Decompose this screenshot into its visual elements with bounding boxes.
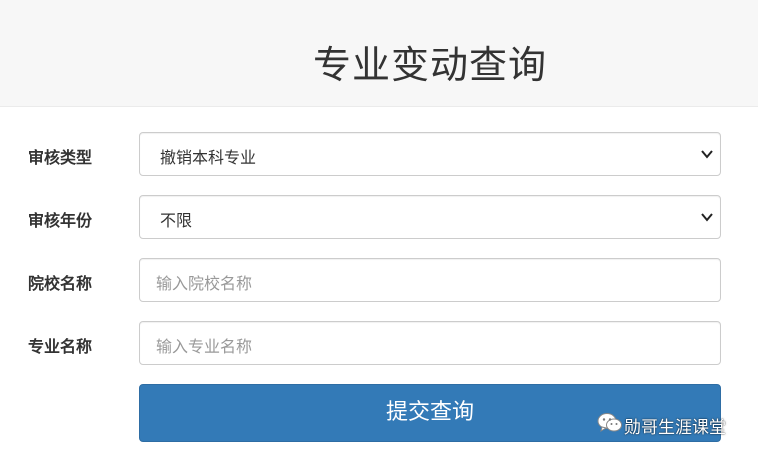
wechat-icon [597, 413, 622, 433]
review-type-select[interactable]: 撤销本科专业 [139, 132, 721, 176]
page-header: 专业变动查询 [0, 0, 758, 107]
page-title: 专业变动查询 [312, 43, 547, 87]
major-name-input[interactable]: 输入专业名称 [139, 321, 721, 365]
review-year-selected-value: 不限 [160, 211, 193, 230]
review-type-selected-value: 撤销本科专业 [160, 148, 257, 167]
school-name-row: 院校名称 输入院校名称 [0, 258, 758, 302]
review-type-row: 审核类型 撤销本科专业 [0, 132, 758, 176]
major-name-label: 专业名称 [28, 337, 93, 356]
school-name-label: 院校名称 [28, 274, 93, 293]
review-year-row: 审核年份 不限 [0, 195, 758, 239]
chevron-down-icon [701, 213, 713, 222]
review-year-label: 审核年份 [28, 211, 93, 230]
major-name-row: 专业名称 输入专业名称 [0, 321, 758, 365]
review-year-select[interactable]: 不限 [139, 195, 721, 239]
watermark-text: 勋哥生涯课堂 [624, 418, 726, 438]
school-name-input[interactable]: 输入院校名称 [139, 258, 721, 302]
major-name-placeholder: 输入专业名称 [156, 337, 253, 356]
review-type-label: 审核类型 [28, 148, 93, 167]
chevron-down-icon [701, 150, 713, 159]
school-name-placeholder: 输入院校名称 [156, 274, 253, 293]
